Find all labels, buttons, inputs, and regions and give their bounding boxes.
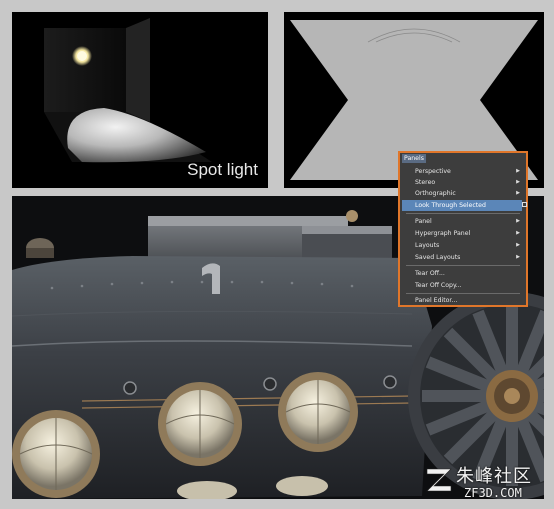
panels-menu-title[interactable]: Panels <box>402 154 426 163</box>
menu-item-label: Panel <box>415 218 432 225</box>
watermark-url: ZF3D.COM <box>464 486 522 500</box>
submenu-arrow-icon: ▶ <box>516 190 520 196</box>
submenu-arrow-icon: ▶ <box>516 230 520 236</box>
top-valve <box>346 210 358 222</box>
menu-separator <box>406 213 520 214</box>
menu-item-perspective[interactable]: Perspective ▶ <box>402 166 522 177</box>
menu-item-label: Tear Off... <box>415 270 445 277</box>
menu-item-tear-off[interactable]: Tear Off... <box>402 268 522 279</box>
menu-item-label: Orthographic <box>415 190 456 197</box>
spot-light-source <box>77 51 87 61</box>
menu-item-look-through-selected[interactable]: Look Through Selected <box>402 200 527 211</box>
panels-menu[interactable]: Panels Perspective ▶ Stereo ▶ Orthograph… <box>398 151 528 307</box>
submenu-arrow-icon: ▶ <box>516 168 520 174</box>
watermark-logo-icon <box>426 468 452 492</box>
menu-item-hypergraph-panel[interactable]: Hypergraph Panel ▶ <box>402 228 522 239</box>
menu-item-label: Stereo <box>415 179 436 186</box>
submenu-arrow-icon: ▶ <box>516 179 520 185</box>
back-wall <box>44 28 126 112</box>
menu-item-label: Perspective <box>415 168 451 175</box>
menu-item-tear-off-copy[interactable]: Tear Off Copy... <box>402 280 522 291</box>
menu-separator <box>406 265 520 266</box>
spot-light-viewport[interactable]: Spot light <box>12 12 268 188</box>
submenu-arrow-icon: ▶ <box>516 218 520 224</box>
menu-item-label: Look Through Selected <box>415 202 486 209</box>
submenu-arrow-icon: ▶ <box>516 254 520 260</box>
menu-item-layouts[interactable]: Layouts ▶ <box>402 240 522 251</box>
spot-light-caption: Spot light <box>187 160 258 179</box>
option-box-icon[interactable] <box>522 202 527 207</box>
menu-item-label: Saved Layouts <box>415 254 461 261</box>
submenu-arrow-icon: ▶ <box>516 242 520 248</box>
menu-item-label: Hypergraph Panel <box>415 230 471 237</box>
menu-item-panel-editor[interactable]: Panel Editor... <box>402 295 522 306</box>
menu-item-label: Panel Editor... <box>415 297 458 304</box>
menu-separator <box>406 293 520 294</box>
side-wall <box>126 18 150 122</box>
menu-item-label: Layouts <box>415 242 440 249</box>
menu-item-label: Tear Off Copy... <box>415 282 462 289</box>
watermark-text: 朱峰社区 <box>456 466 532 487</box>
menu-item-panel[interactable]: Panel ▶ <box>402 216 522 227</box>
watermark: 朱峰社区 ZF3D.COM <box>424 462 550 506</box>
menu-item-orthographic[interactable]: Orthographic ▶ <box>402 188 522 199</box>
menu-item-saved-layouts[interactable]: Saved Layouts ▶ <box>402 252 522 263</box>
menu-item-stereo[interactable]: Stereo ▶ <box>402 177 522 188</box>
